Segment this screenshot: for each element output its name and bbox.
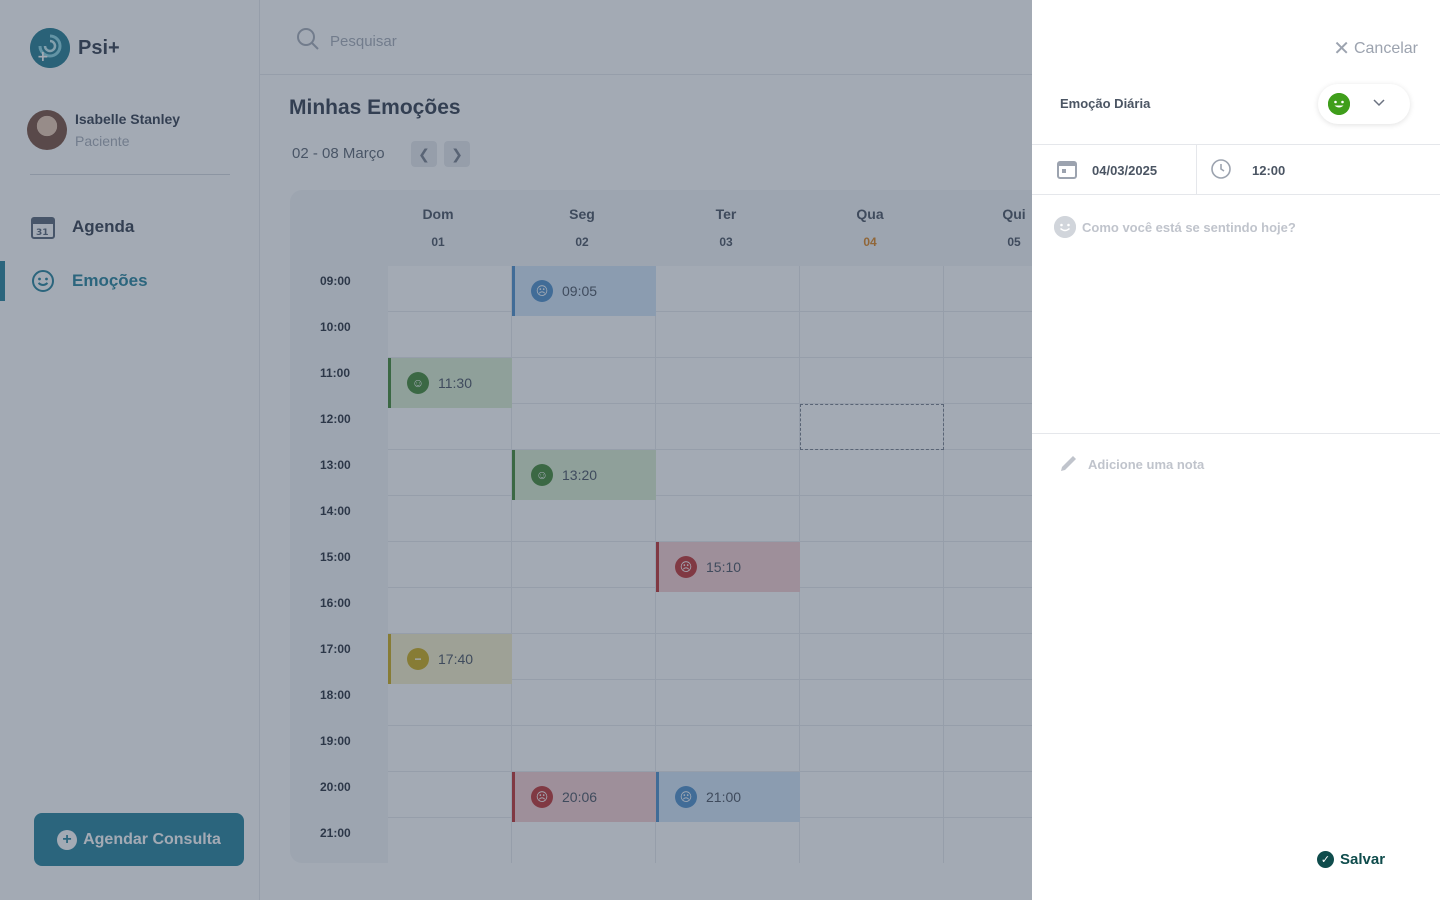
emotion-drawer: ✕ Cancelar Emoção Diária 04/03/2025 12:0… [1032,0,1440,900]
divider [1196,145,1197,195]
clock-icon [1210,158,1232,183]
happy-face-icon [1328,93,1350,115]
divider [1032,144,1440,145]
emotion-select[interactable] [1318,84,1410,124]
date-field[interactable]: 04/03/2025 [1056,158,1157,183]
calendar-icon [1056,158,1078,183]
feeling-placeholder: Como você está se sentindo hoje? [1082,219,1296,235]
feeling-textarea[interactable]: Como você está se sentindo hoje? [1054,216,1296,238]
save-button[interactable]: ✓ Salvar [1317,851,1385,868]
smile-icon [1054,216,1076,238]
date-value: 04/03/2025 [1092,163,1158,178]
time-value: 12:00 [1252,163,1286,178]
cancel-label: Cancelar [1353,39,1418,57]
pencil-icon [1058,452,1080,477]
time-field[interactable]: 12:00 [1210,158,1285,183]
save-label: Salvar [1340,851,1386,868]
note-input[interactable]: Adicione uma nota [1058,452,1204,477]
note-placeholder: Adicione uma nota [1088,457,1205,472]
check-icon: ✓ [1317,851,1334,868]
modal-overlay[interactable] [0,0,1032,900]
close-icon: ✕ [1333,38,1350,60]
emotion-label: Emoção Diária [1060,96,1151,111]
divider [1032,194,1440,195]
chevron-down-icon [1372,97,1386,111]
cancel-button[interactable]: ✕ Cancelar [1333,36,1418,61]
divider [1032,433,1440,434]
